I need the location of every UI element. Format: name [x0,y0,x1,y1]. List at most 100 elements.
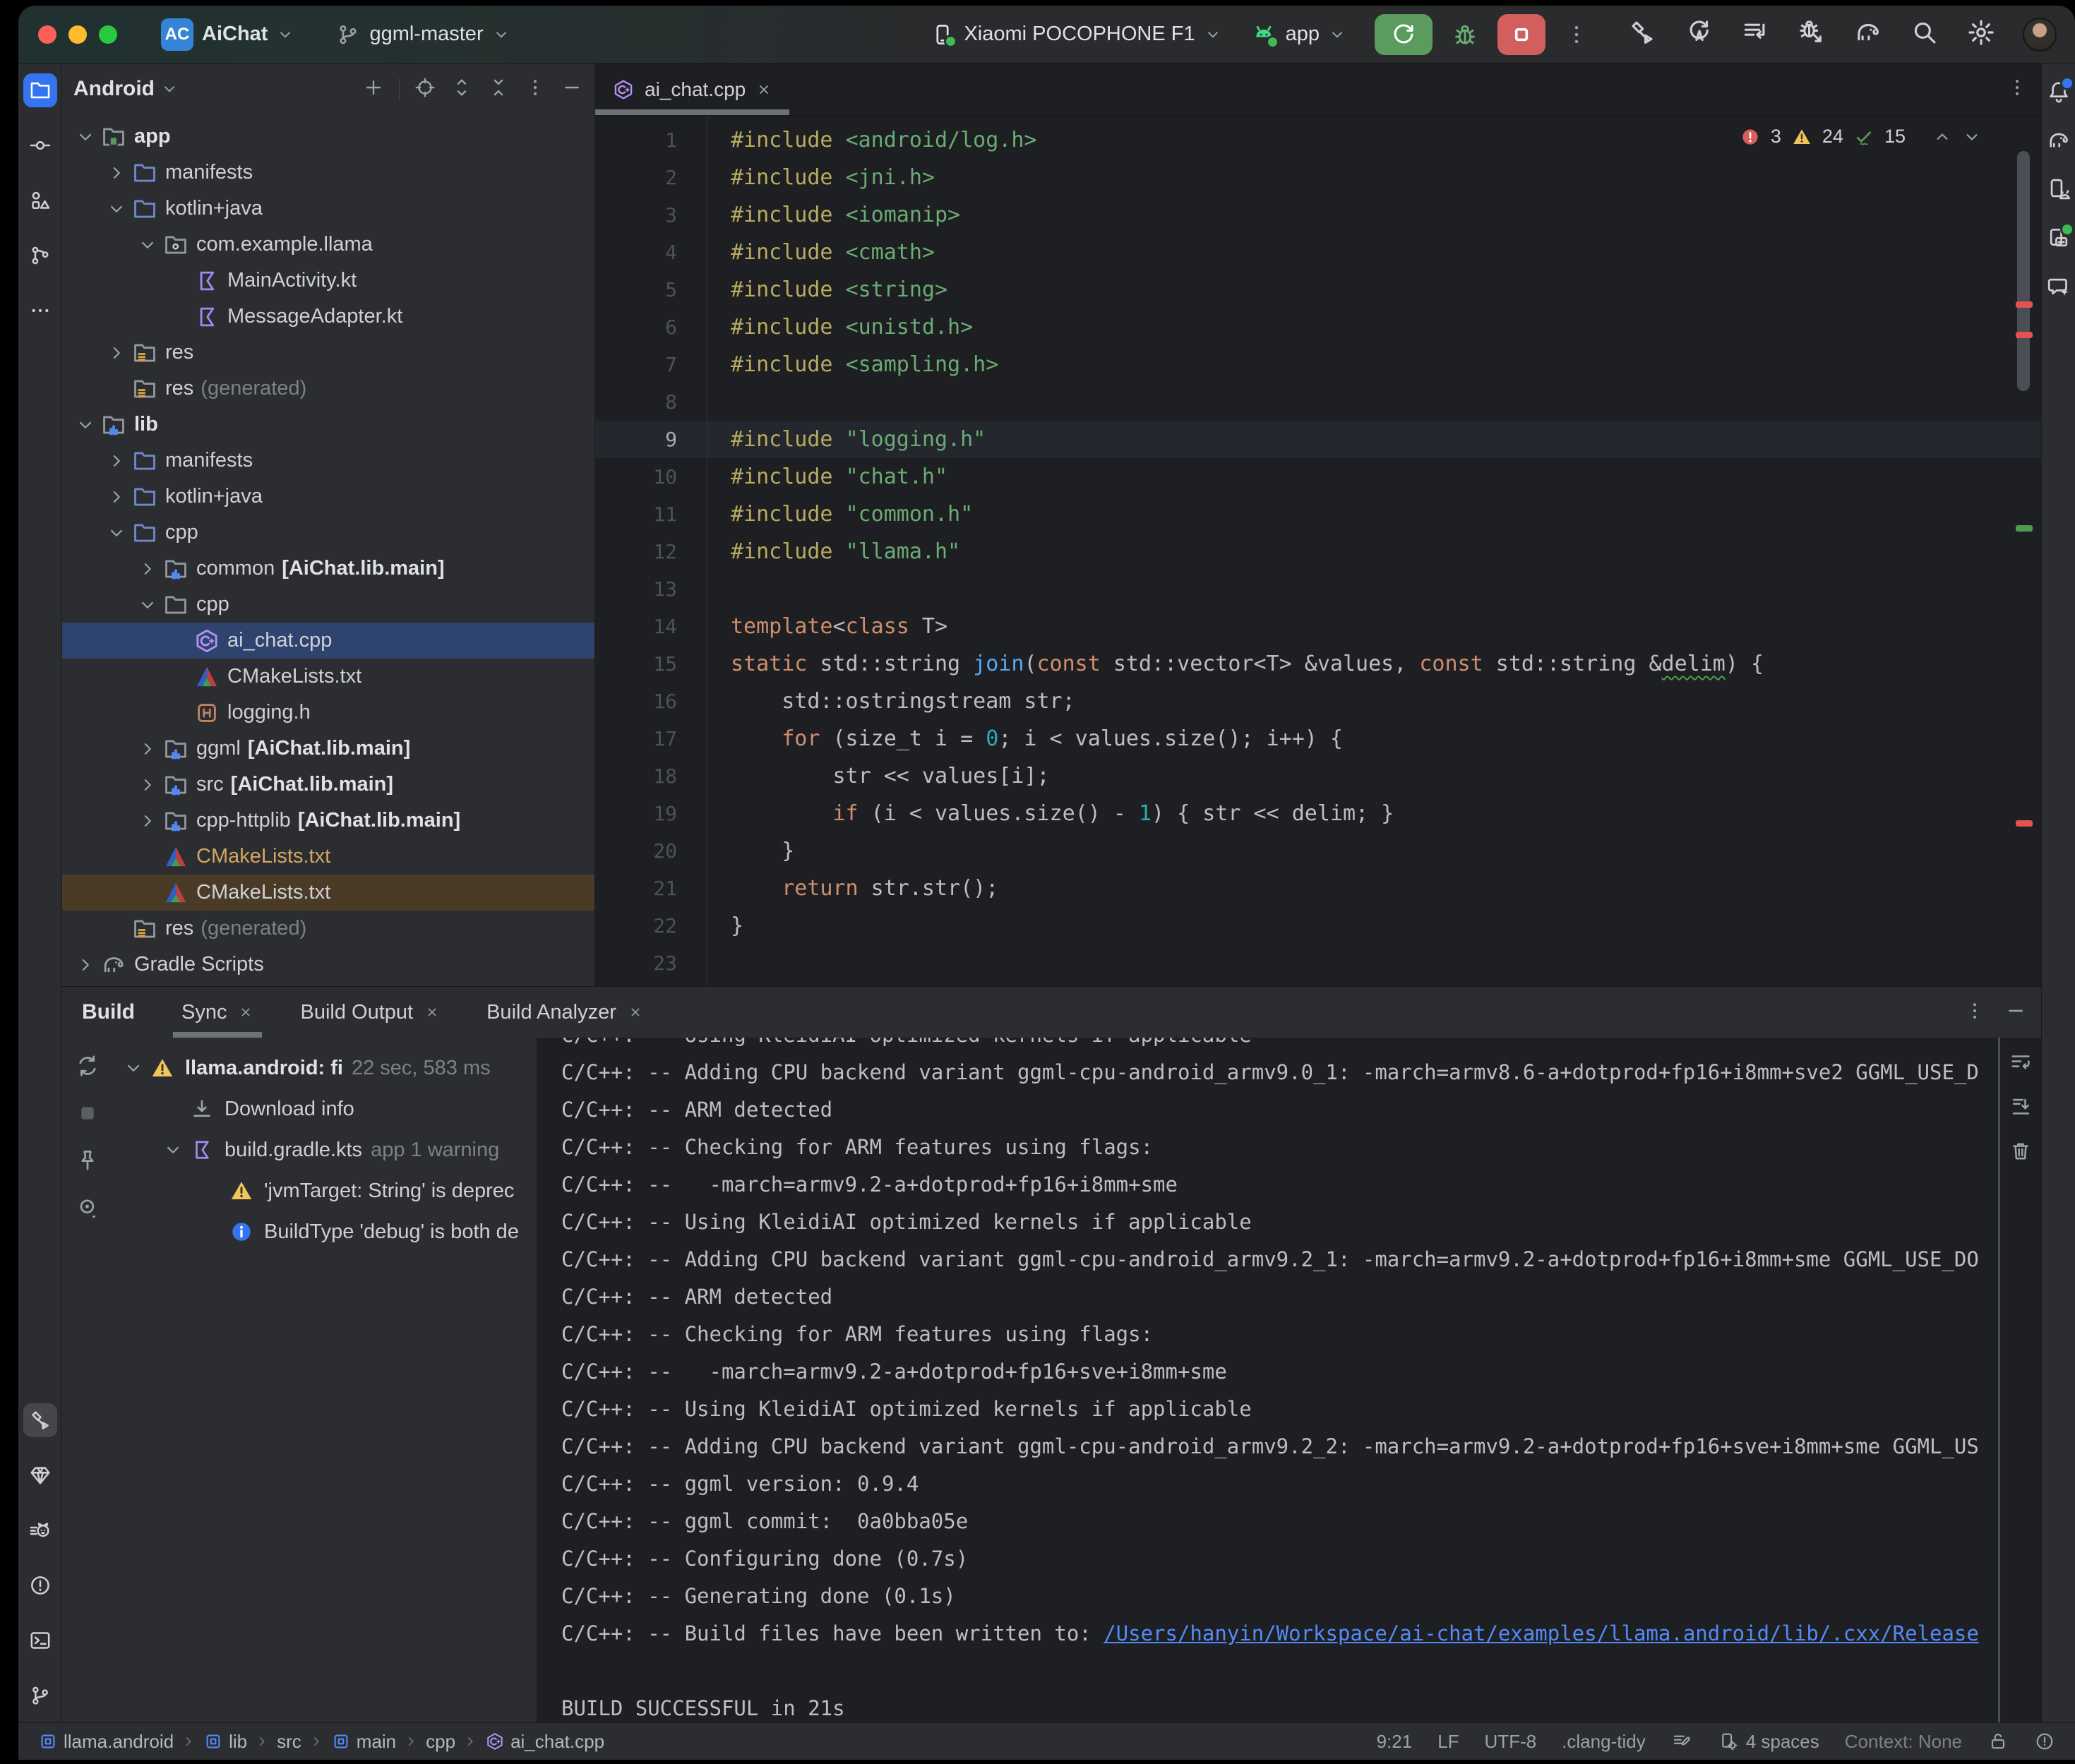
editor-options-button[interactable] [2006,76,2028,102]
chevron-right-icon[interactable] [137,558,162,580]
tree-row-kotlin+java[interactable]: kotlin+java [62,191,594,227]
build-tab-build-output[interactable]: Build Output [282,987,458,1038]
tree-row-res[interactable]: res (generated) [62,371,594,407]
chevron-down-icon[interactable] [106,522,131,544]
more-tool-windows-button[interactable] [23,294,57,328]
app-quality-insights-button[interactable] [23,1458,57,1492]
chevron-down-icon[interactable] [75,414,100,436]
gradle-sync-button[interactable] [1853,18,1883,51]
terminal-button[interactable] [23,1624,57,1657]
tree-row-ai_chat.cpp[interactable]: ai_chat.cpp [62,623,594,659]
code-line-8[interactable]: 8 [595,383,2041,421]
tree-row-logging.h[interactable]: logging.h [62,695,594,731]
locate-file-button[interactable] [414,76,436,102]
chevron-right-icon[interactable] [106,162,131,184]
caret-position[interactable]: 9:21 [1377,1731,1413,1753]
code-line-4[interactable]: 4 #include <cmath> [595,234,2041,271]
code-line-5[interactable]: 5 #include <string> [595,271,2041,308]
sync-row-build.gradle.kts[interactable]: build.gradle.kts app 1 warning [113,1129,537,1170]
code-line-13[interactable]: 13 [595,570,2041,608]
sync-row-'jvmTarget: String'[interactable]: 'jvmTarget: String' is deprec [113,1170,537,1211]
tree-row-src[interactable]: src [AiChat.lib.main] [62,767,594,803]
tree-row-lib[interactable]: lib [62,407,594,443]
close-window-button[interactable] [38,25,56,44]
tree-row-Gradle Scripts[interactable]: Gradle Scripts [62,947,594,983]
code-line-16[interactable]: 16 std::ostringstream str; [595,683,2041,720]
chevron-right-icon[interactable] [106,342,131,364]
soft-wrap-button[interactable] [2009,1050,2033,1078]
chevron-right-icon[interactable] [75,954,100,976]
search-everywhere-button[interactable] [1910,18,1939,51]
code-line-2[interactable]: 2 #include <jni.h> [595,159,2041,196]
code-line-22[interactable]: 22 } [595,907,2041,944]
expand-all-button[interactable] [450,76,473,102]
tree-row-com.example.llama[interactable]: com.example.llama [62,227,594,263]
encoding[interactable]: UTF-8 [1485,1731,1537,1753]
error-stripe-mark[interactable] [2016,820,2033,827]
inspections-widget[interactable]: 3 24 15 [1740,126,1982,148]
context[interactable]: Context: None [1845,1731,1962,1753]
build-tab-build-analyzer[interactable]: Build Analyzer [468,987,662,1038]
device-manager-button[interactable] [2046,176,2071,205]
run-options-button[interactable] [1564,22,1589,47]
zoom-window-button[interactable] [99,25,117,44]
chevron-right-icon[interactable] [137,810,162,832]
hide-panel-button[interactable] [561,76,583,102]
chevron-down-icon[interactable] [123,1057,150,1079]
panel-options-button[interactable] [524,76,546,102]
build-options-button[interactable] [1963,1000,1986,1026]
sync-row-llama.android: fi[interactable]: llama.android: fi 22 sec, 583 ms [113,1048,537,1088]
build-tab-sync[interactable]: Sync [163,987,272,1038]
breadcrumb-lib[interactable]: lib [203,1731,247,1753]
vcs-graph-button[interactable] [23,239,57,272]
breadcrumb-main[interactable]: main [331,1731,396,1753]
device-selector[interactable]: Xiaomi POCOPHONE F1 [930,22,1221,47]
code-area[interactable]: 1 #include <android/log.h> 2 #include <j… [595,116,2041,986]
error-stripe-mark[interactable] [2016,332,2033,338]
chevron-right-icon[interactable] [137,738,162,760]
tree-row-CMakeLists.txt[interactable]: CMakeLists.txt [62,875,594,911]
tree-row-cpp[interactable]: cpp [62,587,594,623]
chevron-down-icon[interactable] [160,80,179,98]
close-icon[interactable] [755,81,772,98]
close-icon[interactable] [238,1004,253,1020]
notifications-button[interactable] [2046,79,2071,108]
change-stripe-mark[interactable] [2016,525,2033,532]
resource-manager-button[interactable] [23,184,57,217]
logcat-button[interactable] [23,1513,57,1547]
code-line-3[interactable]: 3 #include <iomanip> [595,196,2041,234]
add-button[interactable] [362,76,385,102]
tree-row-cpp[interactable]: cpp [62,515,594,551]
build-console[interactable]: C/C++: -- Using KleidiAI optimized kerne… [537,1038,2000,1722]
tree-row-ggml[interactable]: ggml [AiChat.lib.main] [62,731,594,767]
tree-row-MainActivity.kt[interactable]: MainActivity.kt [62,263,594,299]
breadcrumb-llama.android[interactable]: llama.android [38,1731,174,1753]
code-line-7[interactable]: 7 #include <sampling.h> [595,346,2041,383]
build-variants-button[interactable] [1740,18,1770,51]
pin-button[interactable] [75,1148,100,1177]
code-line-20[interactable]: 20 } [595,832,2041,870]
close-icon[interactable] [628,1004,643,1020]
attach-debugger-button[interactable] [1797,18,1826,51]
chevron-down-icon[interactable] [75,126,100,148]
breadcrumb-cpp[interactable]: cpp [426,1731,455,1753]
code-line-21[interactable]: 21 return str.str(); [595,870,2041,907]
code-line-10[interactable]: 10 #include "chat.h" [595,458,2041,496]
tree-row-CMakeLists.txt[interactable]: CMakeLists.txt [62,659,594,695]
stop-app-button[interactable] [1497,14,1545,55]
tree-row-MessageAdapter.kt[interactable]: MessageAdapter.kt [62,299,594,335]
chevron-down-icon[interactable] [162,1139,189,1160]
chevron-right-icon[interactable] [137,774,162,796]
tree-row-res[interactable]: res (generated) [62,911,594,947]
formatter-icon[interactable] [1671,1731,1692,1752]
code-line-15[interactable]: 15 static std::string join(const std::ve… [595,645,2041,683]
code-line-6[interactable]: 6 #include <unistd.h> [595,308,2041,346]
version-control-button[interactable] [23,1679,57,1712]
hide-build-panel-button[interactable] [2004,1000,2027,1026]
filter-button[interactable] [75,1195,100,1224]
tree-row-manifests[interactable]: manifests [62,443,594,479]
tree-row-kotlin+java[interactable]: kotlin+java [62,479,594,515]
tree-row-manifests[interactable]: manifests [62,155,594,191]
editor-tab[interactable]: ai_chat.cpp [595,64,789,115]
clang-tidy[interactable]: .clang-tidy [1562,1731,1646,1753]
